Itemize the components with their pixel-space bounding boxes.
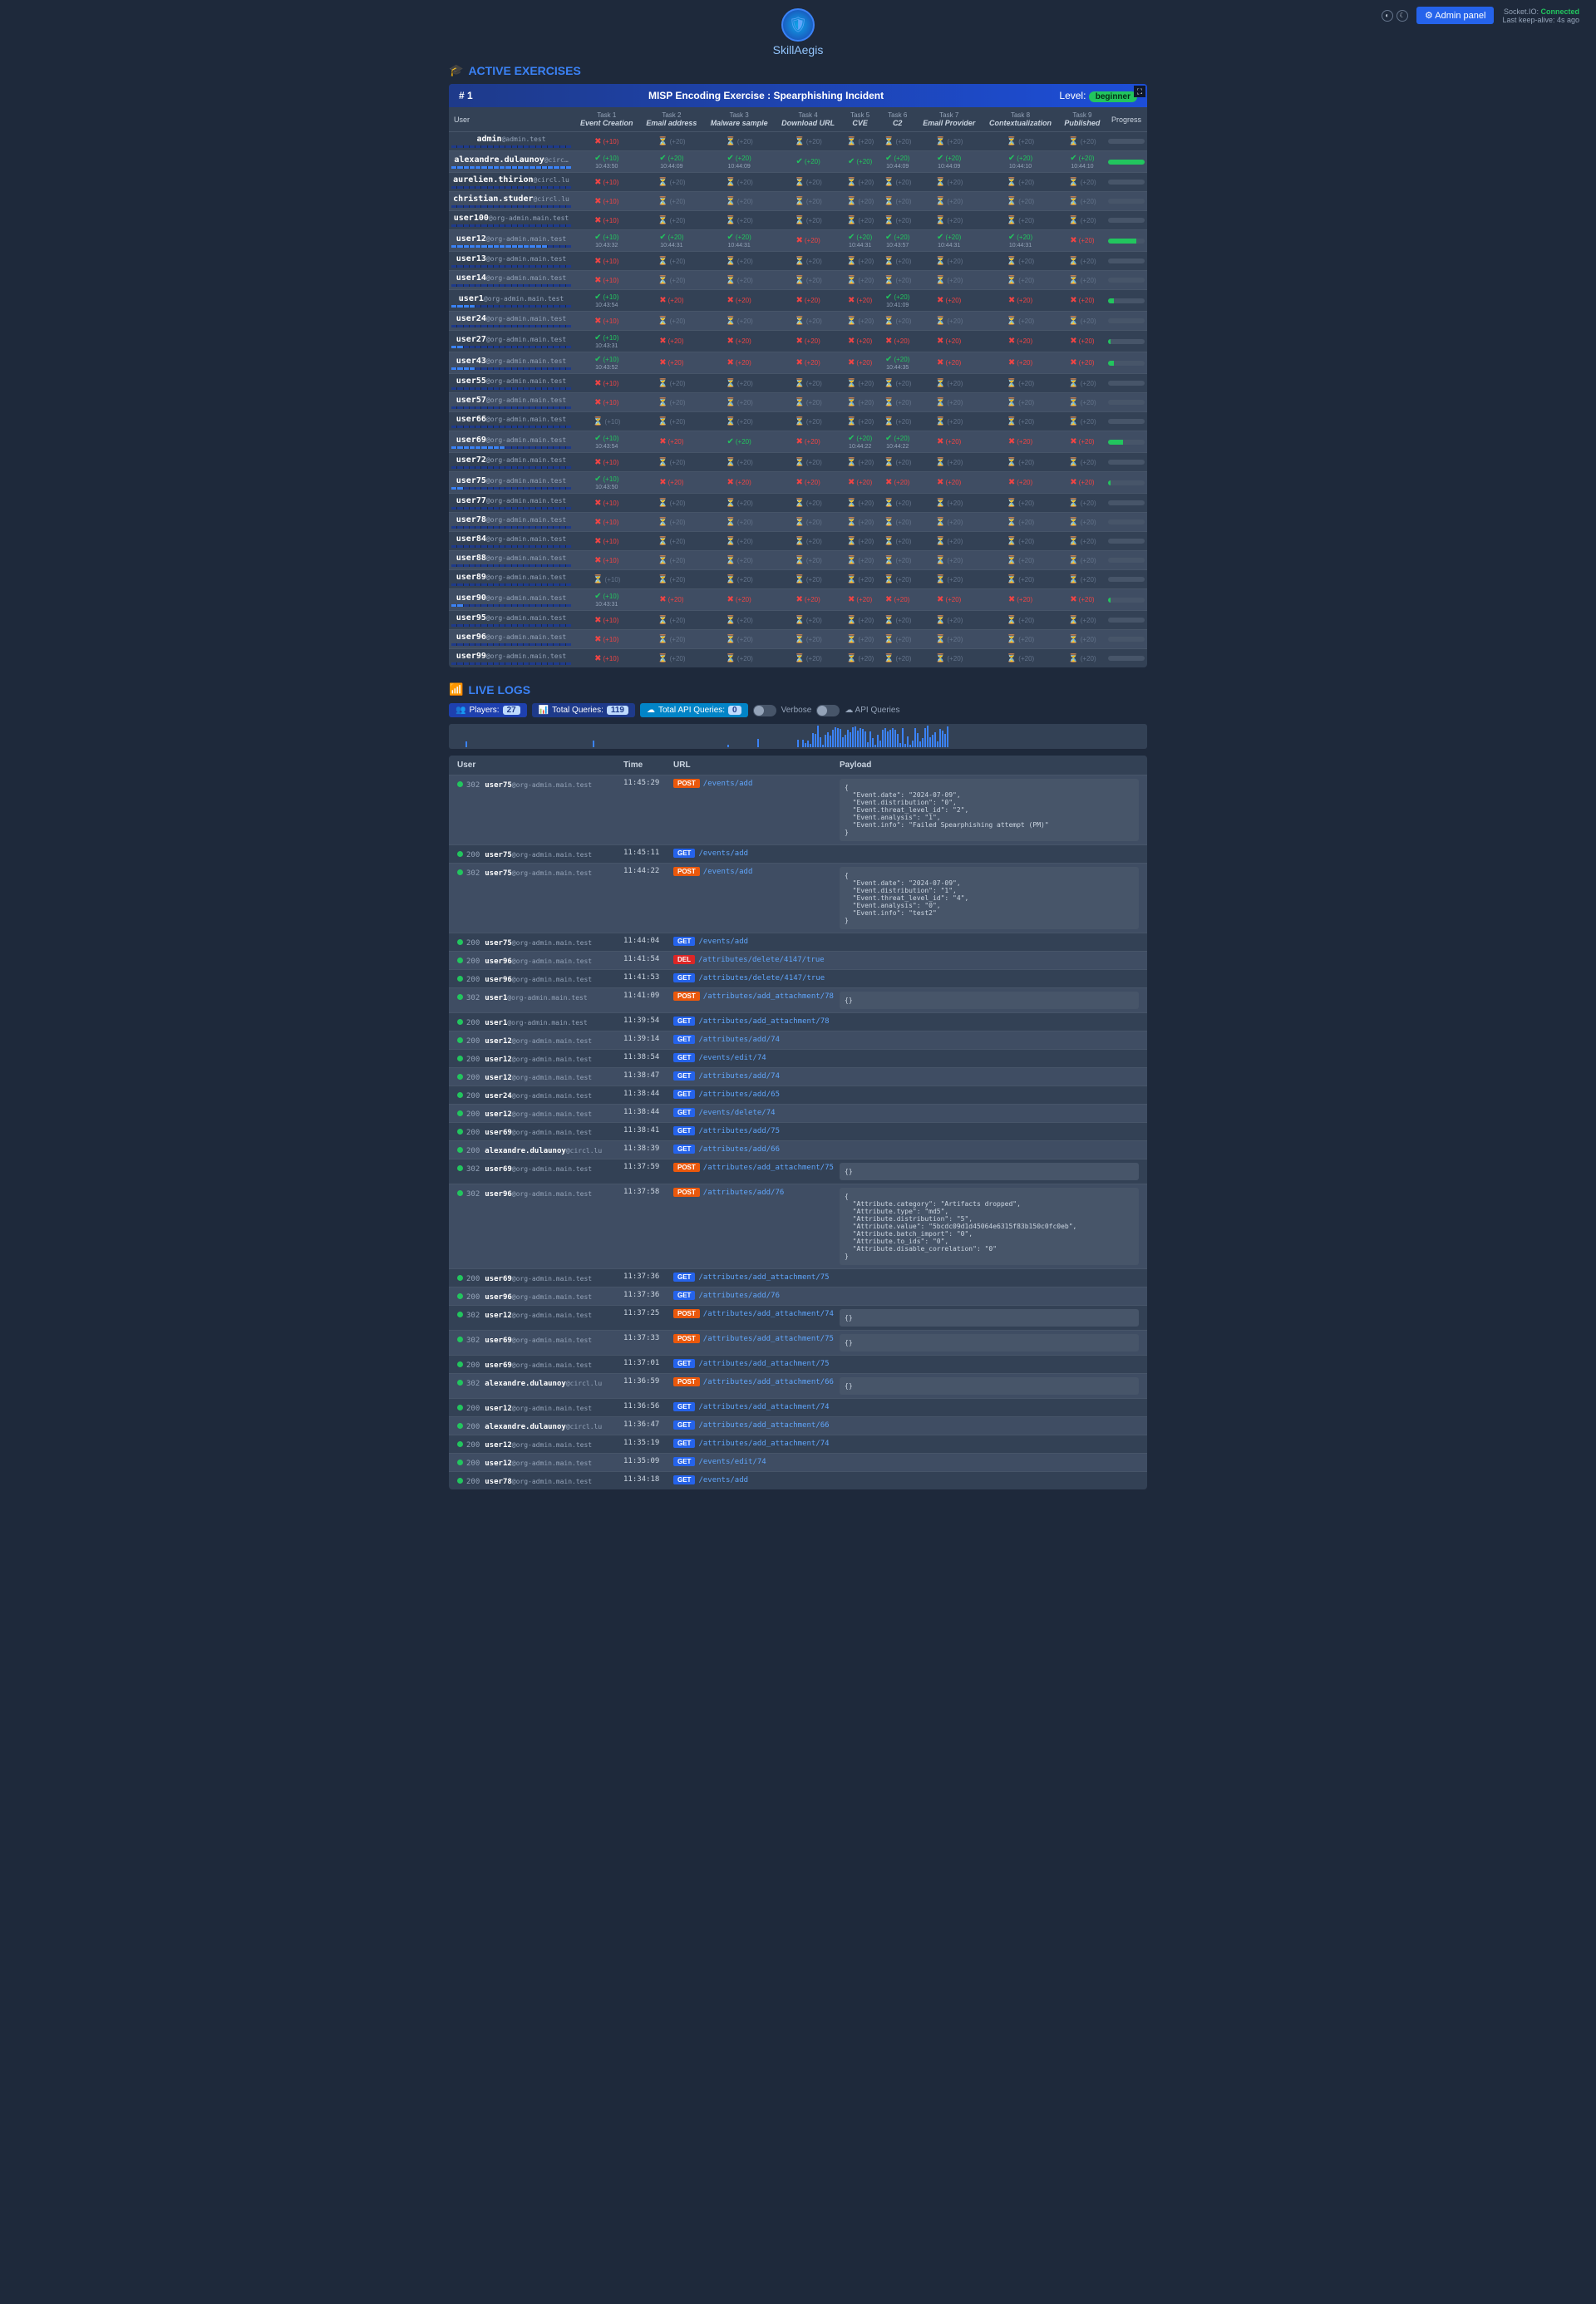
logs-table: User Time URL Payload 302user75@org-admi…	[449, 756, 1147, 1489]
score-row: user1@org-admin.main.test✔(+10)10:43:54✖…	[449, 290, 1147, 312]
log-row: 200user75@org-admin.main.test11:44:04GET…	[449, 933, 1147, 951]
score-row: user100@org-admin.main.test✖(+10)⏳(+20)⏳…	[449, 211, 1147, 230]
log-row: 200user12@org-admin.main.test11:38:47GET…	[449, 1067, 1147, 1086]
verbose-toggle[interactable]	[753, 705, 776, 716]
score-row: user27@org-admin.main.test✔(+10)10:43:31…	[449, 331, 1147, 352]
exercise-rank: # 1	[459, 90, 473, 101]
score-row: user90@org-admin.main.test✔(+10)10:43:31…	[449, 589, 1147, 611]
score-row: user57@org-admin.main.test✖(+10)⏳(+20)⏳(…	[449, 393, 1147, 412]
score-row: user14@org-admin.main.test✖(+10)⏳(+20)⏳(…	[449, 271, 1147, 290]
score-row: user55@org-admin.main.test✖(+10)⏳(+20)⏳(…	[449, 374, 1147, 393]
log-row: 302user69@org-admin.main.test11:37:59POS…	[449, 1159, 1147, 1184]
log-row: 200alexandre.dulaunoy@circl.lu11:36:47GE…	[449, 1416, 1147, 1435]
score-row: alexandre.dulaunoy@circ…✔(+10)10:43:50✔(…	[449, 151, 1147, 173]
players-badge: 👥 Players: 27	[449, 703, 527, 717]
log-row: 302user1@org-admin.main.test11:41:09POST…	[449, 987, 1147, 1012]
score-row: admin@admin.test✖(+10)⏳(+20)⏳(+20)⏳(+20)…	[449, 132, 1147, 151]
log-row: 200user69@org-admin.main.test11:37:36GET…	[449, 1268, 1147, 1287]
score-row: user43@org-admin.main.test✔(+10)10:43:52…	[449, 352, 1147, 374]
score-row: user12@org-admin.main.test✔(+10)10:43:32…	[449, 230, 1147, 252]
score-row: user89@org-admin.main.test⏳(+10)⏳(+20)⏳(…	[449, 570, 1147, 589]
log-row: 200user12@org-admin.main.test11:35:19GET…	[449, 1435, 1147, 1453]
log-row: 200user24@org-admin.main.test11:38:44GET…	[449, 1086, 1147, 1104]
log-row: 200user12@org-admin.main.test11:35:09GET…	[449, 1453, 1147, 1471]
theme-toggle[interactable]: ◐☾	[1382, 10, 1408, 22]
log-row: 200user69@org-admin.main.test11:37:01GET…	[449, 1355, 1147, 1373]
activity-sparkline	[449, 724, 1147, 749]
score-row: user78@org-admin.main.test✖(+10)⏳(+20)⏳(…	[449, 513, 1147, 532]
score-row: user75@org-admin.main.test✔(+10)10:43:50…	[449, 472, 1147, 494]
score-row: user77@org-admin.main.test✖(+10)⏳(+20)⏳(…	[449, 494, 1147, 513]
score-row: user72@org-admin.main.test✖(+10)⏳(+20)⏳(…	[449, 453, 1147, 472]
log-row: 200user78@org-admin.main.test11:34:18GET…	[449, 1471, 1147, 1489]
log-row: 302user75@org-admin.main.test11:45:29POS…	[449, 775, 1147, 844]
log-row: 302alexandre.dulaunoy@circl.lu11:36:59PO…	[449, 1373, 1147, 1398]
exercise-card: # 1 MISP Encoding Exercise : Spearphishi…	[449, 84, 1147, 667]
score-row: user96@org-admin.main.test✖(+10)⏳(+20)⏳(…	[449, 630, 1147, 649]
graduation-icon: 🎓	[449, 63, 463, 77]
total-queries-badge: 📊 Total Queries: 119	[532, 703, 635, 717]
log-row: 302user12@org-admin.main.test11:37:25POS…	[449, 1305, 1147, 1330]
log-row: 200user96@org-admin.main.test11:41:53GET…	[449, 969, 1147, 987]
log-row: 200user1@org-admin.main.test11:39:54GET/…	[449, 1012, 1147, 1031]
admin-panel-button[interactable]: ⚙ Admin panel	[1416, 7, 1494, 24]
api-queries-toggle[interactable]	[816, 705, 840, 716]
score-row: user69@org-admin.main.test✔(+10)10:43:54…	[449, 431, 1147, 453]
log-row: 302user69@org-admin.main.test11:37:33POS…	[449, 1330, 1147, 1355]
exercise-level: Level: beginner	[1059, 90, 1137, 101]
socket-status: Socket.IO: Connected Last keep-alive: 4s…	[1502, 7, 1579, 24]
score-row: user84@org-admin.main.test✖(+10)⏳(+20)⏳(…	[449, 532, 1147, 551]
brand-logo: SkillAegis	[449, 8, 1147, 57]
score-row: aurelien.thirion@circl.lu✖(+10)⏳(+20)⏳(+…	[449, 173, 1147, 192]
log-row: 302user75@org-admin.main.test11:44:22POS…	[449, 863, 1147, 933]
log-row: 200user12@org-admin.main.test11:38:54GET…	[449, 1049, 1147, 1067]
log-row: 302user96@org-admin.main.test11:37:58POS…	[449, 1184, 1147, 1268]
api-queries-badge: ☁ Total API Queries: 0	[640, 703, 748, 717]
log-row: 200user12@org-admin.main.test11:39:14GET…	[449, 1031, 1147, 1049]
log-row: 200user12@org-admin.main.test11:36:56GET…	[449, 1398, 1147, 1416]
score-row: user66@org-admin.main.test⏳(+10)⏳(+20)⏳(…	[449, 412, 1147, 431]
log-row: 200user75@org-admin.main.test11:45:11GET…	[449, 844, 1147, 863]
score-row: user13@org-admin.main.test✖(+10)⏳(+20)⏳(…	[449, 252, 1147, 271]
active-exercises-header: 🎓 ACTIVE EXERCISES	[449, 63, 1147, 77]
log-row: 200user12@org-admin.main.test11:38:44GET…	[449, 1104, 1147, 1122]
score-row: user95@org-admin.main.test✖(+10)⏳(+20)⏳(…	[449, 611, 1147, 630]
log-row: 200alexandre.dulaunoy@circl.lu11:38:39GE…	[449, 1140, 1147, 1159]
live-logs-header: 📶 LIVE LOGS	[449, 682, 1147, 697]
log-row: 200user69@org-admin.main.test11:38:41GET…	[449, 1122, 1147, 1140]
score-row: user99@org-admin.main.test✖(+10)⏳(+20)⏳(…	[449, 649, 1147, 668]
expand-icon[interactable]: ⛶	[1134, 86, 1145, 97]
log-row: 200user96@org-admin.main.test11:41:54DEL…	[449, 951, 1147, 969]
score-row: user88@org-admin.main.test✖(+10)⏳(+20)⏳(…	[449, 551, 1147, 570]
score-row: user24@org-admin.main.test✖(+10)⏳(+20)⏳(…	[449, 312, 1147, 331]
log-row: 200user96@org-admin.main.test11:37:36GET…	[449, 1287, 1147, 1305]
exercise-title: MISP Encoding Exercise : Spearphishing I…	[648, 90, 884, 101]
score-row: christian.studer@circl.lu✖(+10)⏳(+20)⏳(+…	[449, 192, 1147, 211]
signal-icon: 📶	[449, 682, 463, 697]
